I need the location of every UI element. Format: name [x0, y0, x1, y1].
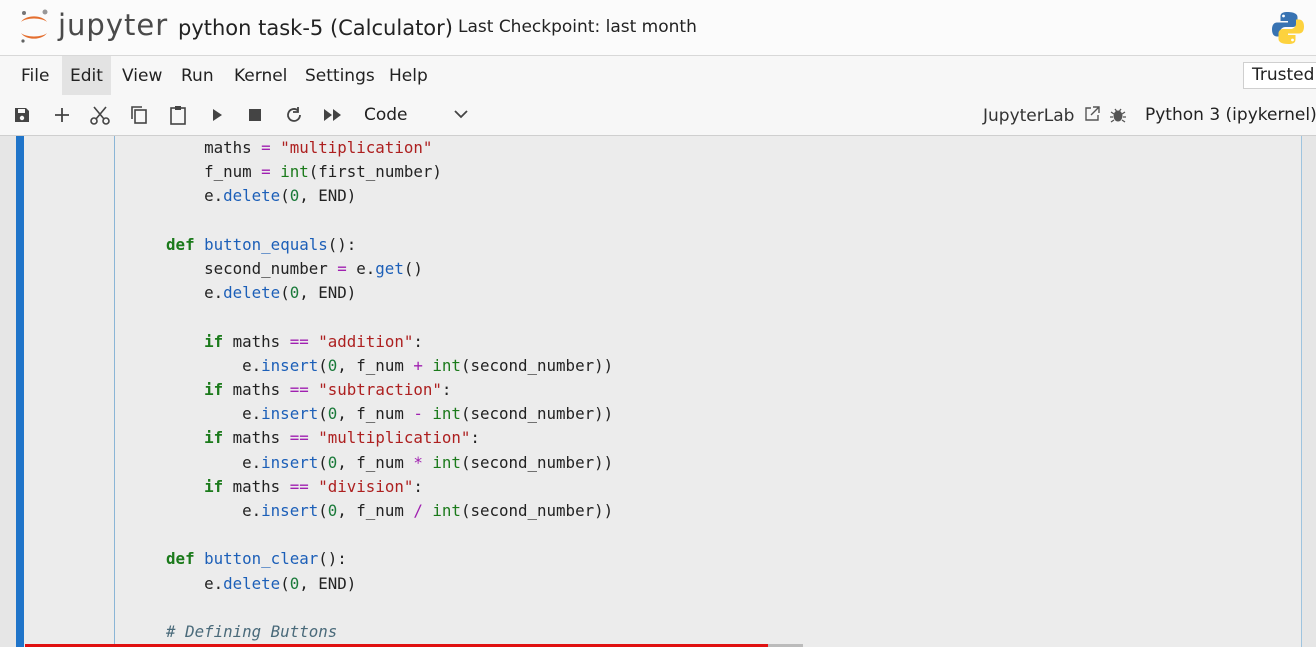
code-line: second_number = e.get()	[128, 259, 423, 279]
code-line: def button_clear():	[166, 549, 347, 569]
fast-forward-icon[interactable]	[321, 103, 345, 127]
code-line: def button_equals():	[166, 234, 357, 254]
code-line: f_num = int(first_number)	[128, 162, 442, 182]
debugger-bug-icon[interactable]	[1106, 103, 1130, 127]
cell-type-value: Code	[364, 105, 408, 125]
jupyterlab-label: JupyterLab	[983, 106, 1075, 126]
notebook-header: jupyter python task-5 (Calculator) Last …	[0, 0, 1316, 55]
restart-icon[interactable]	[282, 103, 306, 127]
notebook-area: maths = "multiplication" f_num = int(fir…	[0, 136, 1316, 647]
menu-run[interactable]: Run	[173, 56, 222, 96]
last-checkpoint: Last Checkpoint: last month	[458, 17, 697, 37]
save-icon[interactable]	[10, 103, 34, 127]
menu-kernel[interactable]: Kernel	[226, 56, 295, 96]
notebook-title[interactable]: python task-5 (Calculator)	[178, 16, 453, 40]
menu-view[interactable]: View	[114, 56, 170, 96]
code-line: e.insert(0, f_num * int(second_number))	[128, 452, 614, 472]
notebook-toolbar: Code JupyterLab Python 3 (ipykernel)	[0, 95, 1316, 136]
code-line: e.insert(0, f_num / int(second_number))	[128, 501, 614, 521]
external-link-icon	[1085, 106, 1100, 121]
code-line: if maths == "division":	[204, 476, 423, 496]
jupyter-logo-icon[interactable]	[18, 8, 50, 50]
code-editor-content[interactable]: maths = "multiplication" f_num = int(fir…	[128, 136, 613, 644]
code-line: e.insert(0, f_num + int(second_number))	[128, 355, 614, 375]
code-line: maths = "multiplication"	[128, 138, 433, 157]
code-line: e.delete(0, END)	[128, 186, 357, 206]
stop-icon[interactable]	[243, 103, 267, 127]
code-line: e.delete(0, END)	[128, 283, 357, 303]
code-line: if maths == "subtraction":	[204, 380, 452, 400]
code-line: e.delete(0, END)	[128, 573, 357, 593]
cell-type-select[interactable]: Code	[356, 98, 476, 132]
paste-icon[interactable]	[166, 103, 190, 127]
menu-edit[interactable]: Edit	[62, 56, 111, 96]
cut-icon[interactable]	[88, 103, 112, 127]
jupyter-logo-text: jupyter	[58, 8, 169, 42]
trusted-indicator[interactable]: Trusted	[1243, 62, 1316, 89]
menu-help[interactable]: Help	[381, 56, 436, 96]
python-logo-icon	[1270, 10, 1306, 50]
kernel-name: Python 3 (ipykernel)	[1145, 105, 1316, 125]
kernel-status[interactable]: Python 3 (ipykernel)	[1145, 105, 1316, 125]
menu-bar: File Edit View Run Kernel Settings Help	[0, 55, 1316, 96]
code-line: e.insert(0, f_num - int(second_number))	[128, 404, 614, 424]
code-line: if maths == "multiplication":	[204, 428, 480, 448]
menu-file[interactable]: File	[13, 56, 57, 96]
code-line: if maths == "addition":	[204, 331, 423, 351]
run-icon[interactable]	[205, 103, 229, 127]
menu-settings[interactable]: Settings	[297, 56, 383, 96]
copy-icon[interactable]	[127, 103, 151, 127]
open-jupyterlab-link[interactable]: JupyterLab	[983, 105, 1101, 126]
code-line: # Defining Buttons	[128, 622, 338, 642]
active-cell-indicator	[16, 136, 24, 647]
add-cell-icon[interactable]	[50, 103, 74, 127]
chevron-down-icon	[454, 110, 468, 119]
